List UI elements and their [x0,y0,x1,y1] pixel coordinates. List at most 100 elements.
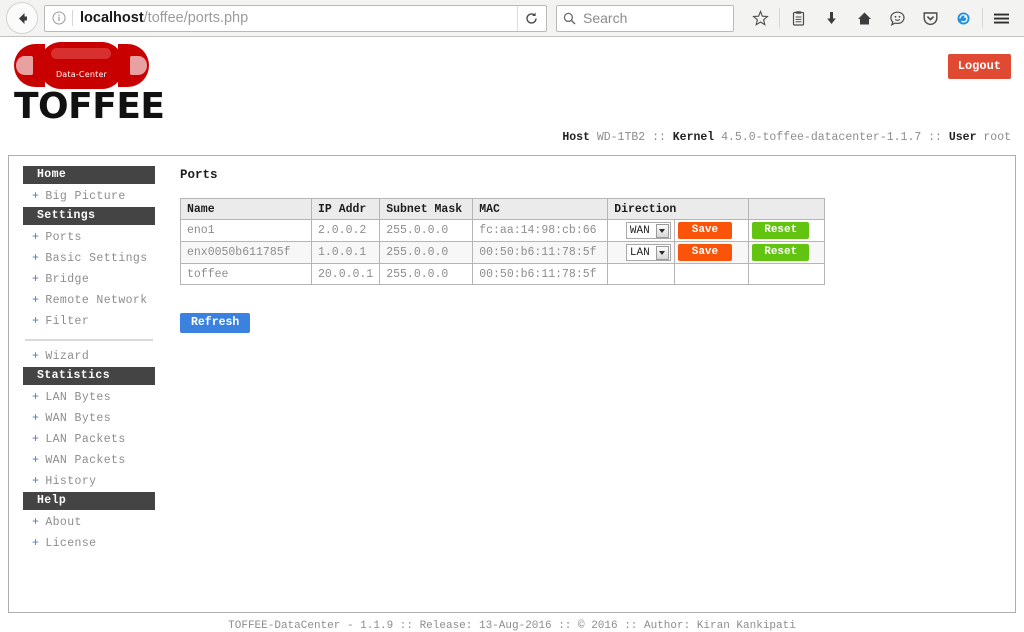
reading-list-icon[interactable] [782,3,815,33]
cell-save [673,263,750,285]
pocket-icon[interactable] [914,3,947,33]
column-header-direction: Direction [607,198,750,220]
direction-value: WAN [629,224,650,237]
browser-tool-icons [744,3,1018,33]
column-header-mac: MAC [472,198,609,220]
cell-name: eno1 [180,219,312,242]
sidebar-heading-settings: Settings [23,207,155,225]
host-info-line: Host WD-1TB2 :: Kernel 4.5.0-toffee-data… [562,131,1011,144]
url-path: /toffee/ports.php [143,10,249,26]
sidebar-heading-home: Home [23,166,155,184]
sidebar-item-basic-settings[interactable]: + Basic Settings [23,248,155,269]
cell-ip: 20.0.0.1 [310,263,381,285]
cell-mac: 00:50:b6:11:78:5f [472,241,609,264]
sidebar-item-ports[interactable]: + Ports [23,227,155,248]
table-row: toffee 20.0.0.1 255.0.0.0 00:50:b6:11:78:5f [180,263,826,285]
sidebar-item-lan-bytes[interactable]: + LAN Bytes [23,387,155,408]
toolbar-divider [779,8,780,28]
table-row: enx0050b611785f 1.0.0.1 255.0.0.0 00:50:b6:… [180,241,826,264]
cell-reset: Reset [748,241,826,264]
content-frame: Home + Big Picture Settings + Ports + Basic Set… [8,155,1016,613]
bookmark-star-icon[interactable] [744,3,777,33]
sidebar-navigation: Home + Big Picture Settings + Ports + Basic Set… [23,166,155,554]
direction-value: LAN [629,246,650,259]
toffee-logo: Data-Center TOFFEE [14,42,165,125]
sidebar-item-label: Bridge [45,273,90,286]
sidebar-item-label: Remote Network [45,294,148,307]
sync-account-icon[interactable] [947,3,980,33]
page-content: Data-Center TOFFEE Logout Host WD-1TB2 :… [0,37,1024,632]
hello-chat-icon[interactable] [881,3,914,33]
url-host: localhost [80,10,144,26]
sidebar-item-lan-packets[interactable]: + LAN Packets [23,429,155,450]
refresh-button[interactable]: Refresh [180,313,251,333]
sidebar-item-filter[interactable]: + Filter [23,311,155,332]
address-bar[interactable]: localhost/toffee/ports.php [44,4,547,32]
sidebar-item-label: LAN Packets [45,433,126,446]
direction-select[interactable]: LAN [625,244,671,261]
logout-button[interactable]: Logout [947,54,1011,79]
direction-select[interactable]: WAN [625,222,671,239]
expand-plus-icon: + [32,231,40,244]
sidebar-item-label: Filter [45,315,90,328]
cell-name: enx0050b611785f [180,241,312,264]
downloads-icon[interactable] [815,3,848,33]
search-placeholder: Search [583,10,628,26]
cell-direction: LAN [607,241,675,264]
sidebar-item-wizard[interactable]: + Wizard [23,346,155,367]
sidebar-divider [25,339,153,341]
cell-mask: 255.0.0.0 [379,241,474,264]
sidebar-item-remote-network[interactable]: + Remote Network [23,290,155,311]
column-header-name: Name [180,198,312,220]
expand-plus-icon: + [32,252,40,265]
expand-plus-icon: + [32,294,40,307]
column-header-blank [748,198,826,220]
expand-plus-icon: + [32,412,40,425]
reset-button[interactable]: Reset [752,222,810,239]
chevron-down-icon[interactable] [655,245,669,260]
kernel-value: 4.5.0-toffee-datacenter-1.1.7 [721,131,922,144]
save-button[interactable]: Save [677,222,733,239]
site-info-icon[interactable] [51,10,67,26]
back-arrow-icon [18,12,27,24]
user-label: User [948,131,977,144]
sidebar-item-label: Basic Settings [45,252,148,265]
cell-ip: 1.0.0.1 [310,241,381,264]
sidebar-item-history[interactable]: + History [23,471,155,492]
cell-direction [607,263,675,285]
page-footer: TOFFEE-DataCenter - 1.1.9 :: Release: 13… [228,620,796,632]
toolbar-divider-2 [982,8,983,28]
back-button[interactable] [6,2,38,34]
chevron-down-icon[interactable] [655,223,669,238]
reset-button[interactable]: Reset [752,244,810,261]
page-title: Ports [180,168,218,182]
sidebar-item-label: Wizard [45,350,90,363]
sidebar-item-wan-packets[interactable]: + WAN Packets [23,450,155,471]
ports-table: Name IP Addr Subnet Mask MAC Direction e… [180,198,826,285]
host-sep-1: :: [652,131,666,144]
reload-icon [525,12,537,24]
sidebar-item-label: About [45,516,82,529]
sidebar-item-wan-bytes[interactable]: + WAN Bytes [23,408,155,429]
reload-button[interactable] [517,5,544,31]
site-header: Data-Center TOFFEE Logout Host WD-1TB2 :… [0,37,1024,144]
cell-reset [748,263,826,285]
expand-plus-icon: + [32,273,40,286]
menu-hamburger-icon[interactable] [985,3,1018,33]
expand-plus-icon: + [32,433,40,446]
sidebar-item-label: WAN Bytes [45,412,112,425]
column-header-mask: Subnet Mask [379,198,474,220]
home-icon[interactable] [848,3,881,33]
sidebar-item-label: LAN Bytes [45,391,112,404]
save-button[interactable]: Save [677,244,733,261]
cell-save: Save [673,219,750,242]
sidebar-item-bridge[interactable]: + Bridge [23,269,155,290]
cell-name: toffee [180,263,312,285]
sidebar-item-big-picture[interactable]: + Big Picture [23,186,155,207]
table-row: eno1 2.0.0.2 255.0.0.0 fc:aa:14:98:cb:66 WAN… [180,219,826,242]
sidebar-item-about[interactable]: + About [23,512,155,533]
expand-plus-icon: + [32,315,40,328]
search-box[interactable]: Search [556,4,734,32]
sidebar-item-license[interactable]: + License [23,533,155,554]
host-value: WD-1TB2 [596,131,646,144]
